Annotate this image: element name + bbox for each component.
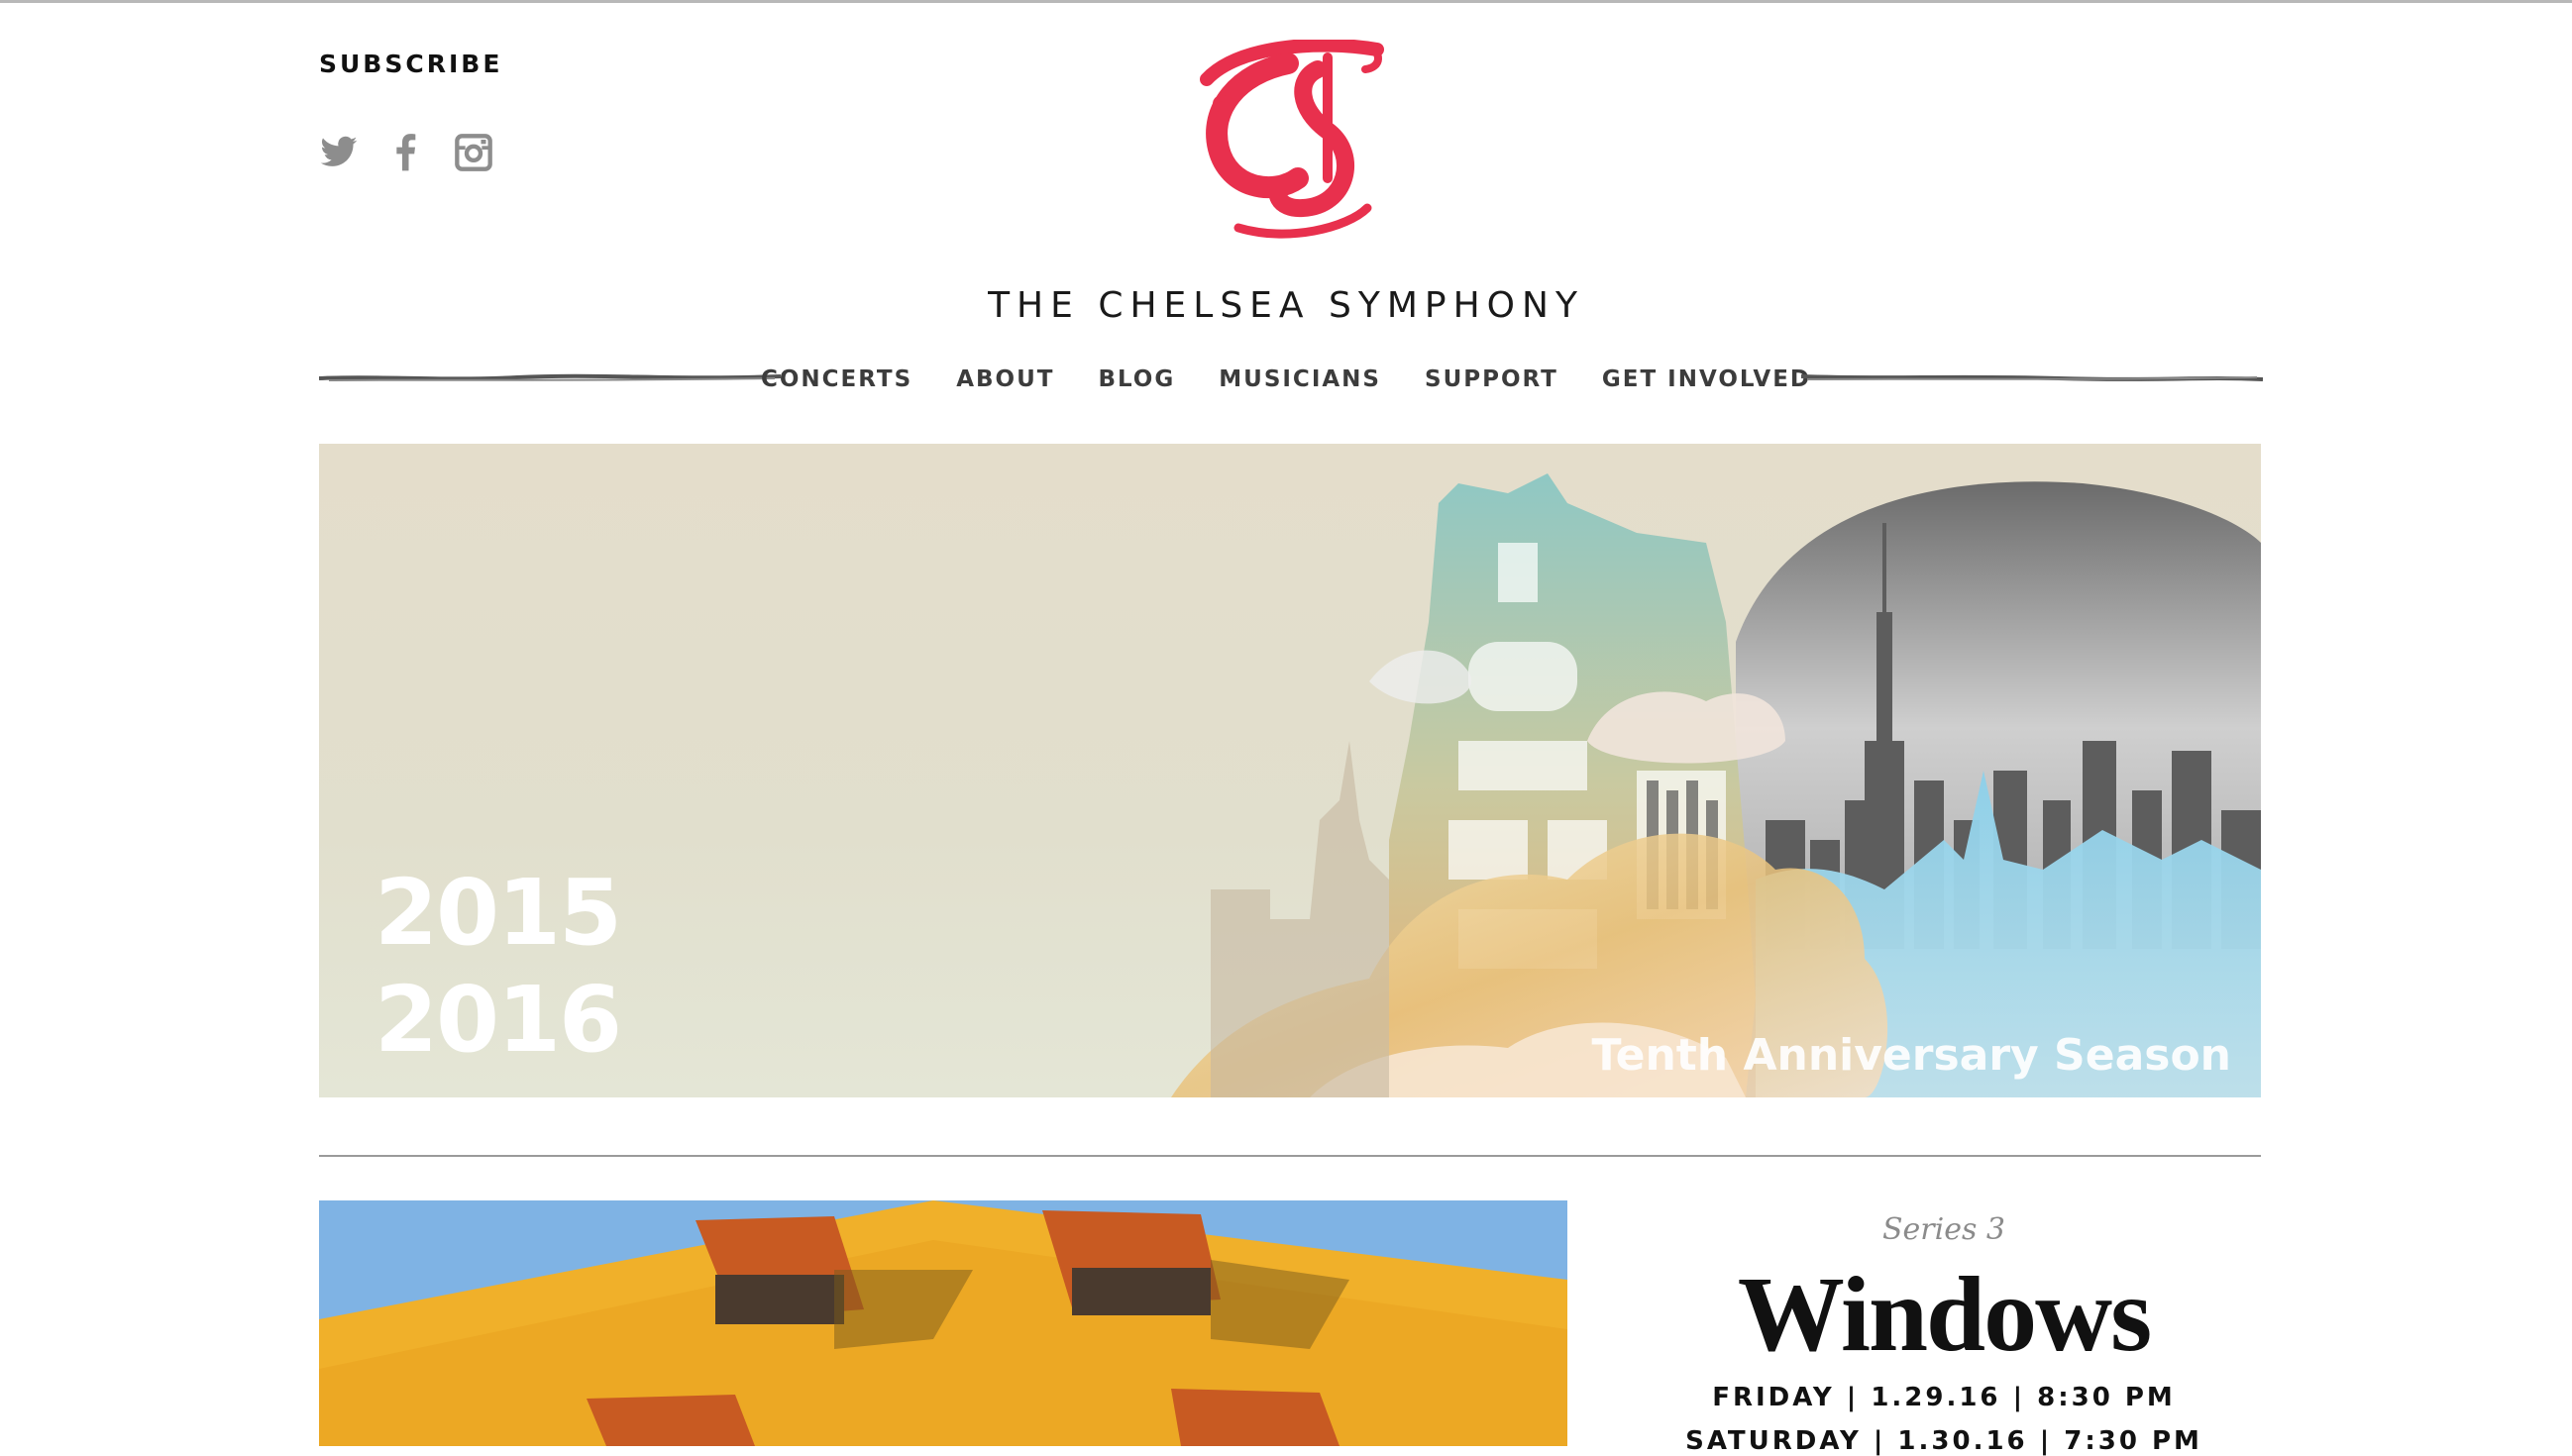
tcs-logo[interactable] xyxy=(1179,40,1397,248)
facebook-icon[interactable] xyxy=(386,133,426,172)
brand-name: THE CHELSEA SYMPHONY xyxy=(988,285,1584,326)
season-years: 2015 2016 xyxy=(375,860,622,1074)
top-border xyxy=(0,0,2572,3)
nav-concerts[interactable]: CONCERTS xyxy=(761,366,912,392)
event-date-1: FRIDAY | 1.29.16 | 8:30 PM xyxy=(1712,1383,2176,1412)
hero-banner[interactable]: 2015 2016 Tenth Anniversary Season xyxy=(319,444,2261,1097)
windows-feature-image[interactable] xyxy=(319,1200,1567,1446)
event-title[interactable]: Windows xyxy=(1567,1254,2320,1377)
nav-divider-right xyxy=(1801,374,2263,381)
section-divider xyxy=(319,1155,2261,1157)
season-year-end: 2016 xyxy=(375,967,622,1073)
event-date-2: SATURDAY | 1.30.16 | 7:30 PM xyxy=(1685,1426,2202,1456)
nav-blog[interactable]: BLOG xyxy=(1098,366,1175,392)
nav-musicians[interactable]: MUSICIANS xyxy=(1219,366,1381,392)
nav-about[interactable]: ABOUT xyxy=(956,366,1054,392)
instagram-icon[interactable] xyxy=(454,133,493,172)
nav-get-involved[interactable]: GET INVOLVED xyxy=(1602,366,1811,392)
social-links xyxy=(319,133,493,172)
season-tagline: Tenth Anniversary Season xyxy=(1591,1030,2231,1081)
twitter-icon[interactable] xyxy=(319,133,359,172)
season-year-start: 2015 xyxy=(375,860,622,966)
subscribe-link[interactable]: SUBSCRIBE xyxy=(319,50,502,78)
event-series: Series 3 xyxy=(1881,1212,2005,1247)
nav-support[interactable]: SUPPORT xyxy=(1425,366,1558,392)
yellow-wall-windows-image xyxy=(319,1200,1567,1446)
